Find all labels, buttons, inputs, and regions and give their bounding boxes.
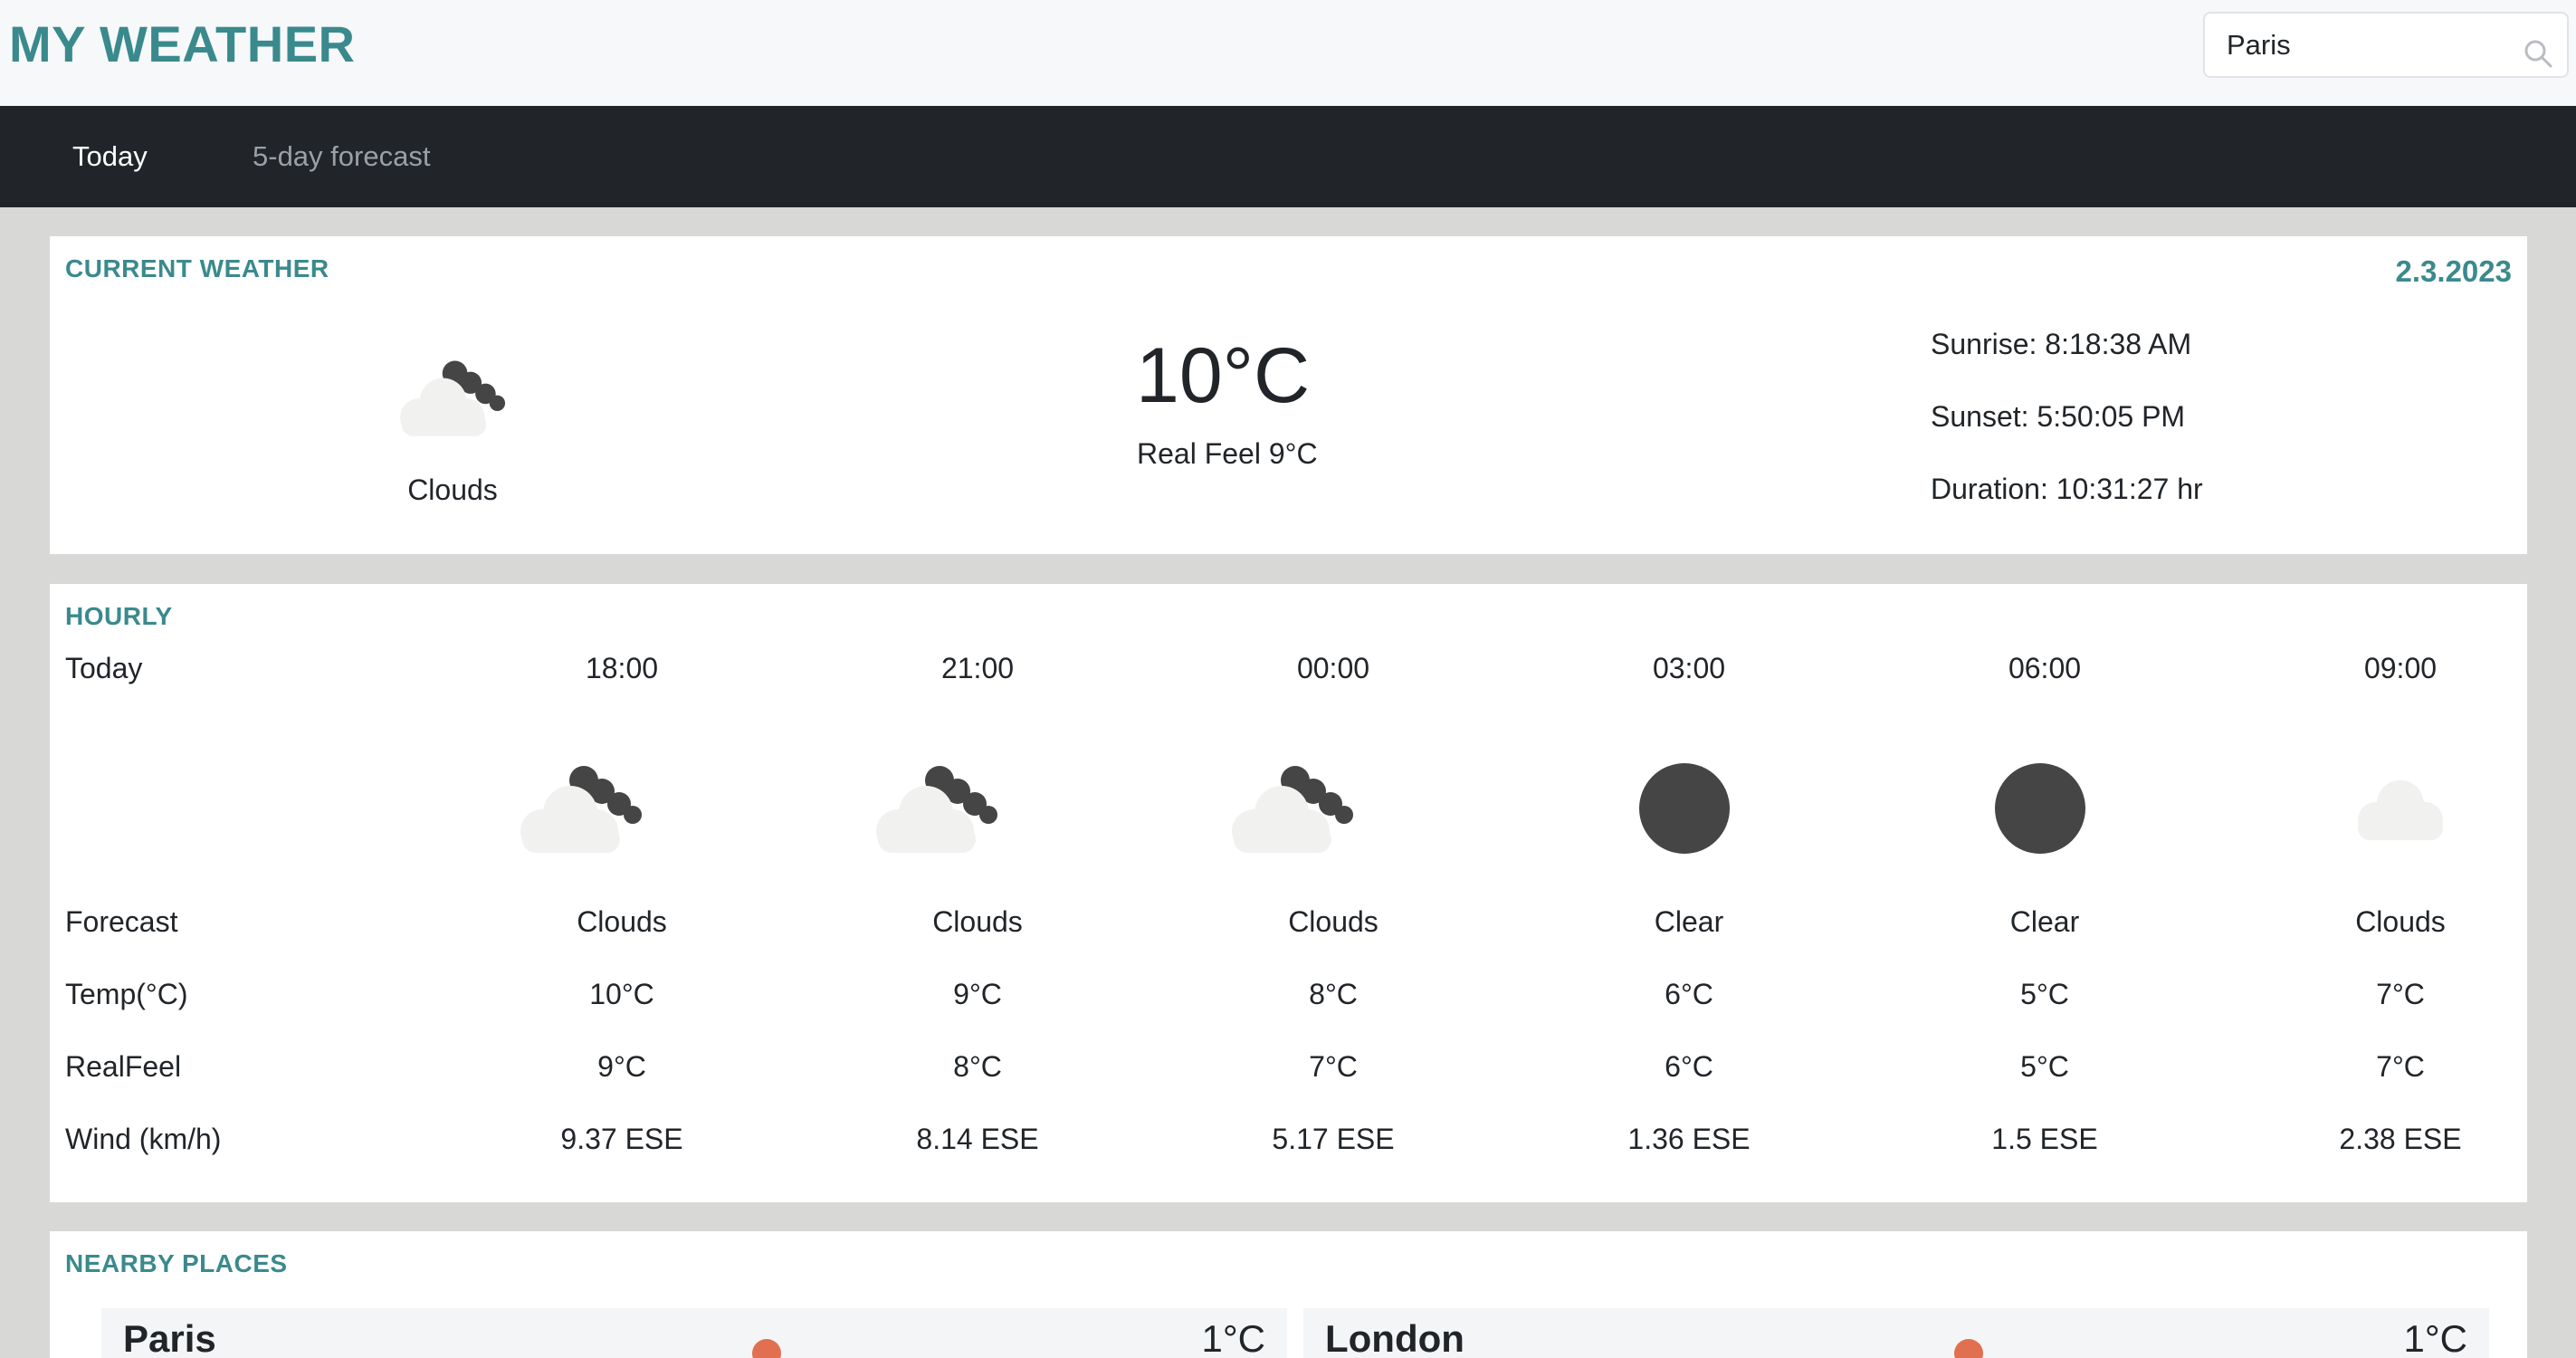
hour-time: 06:00 (2008, 652, 2082, 684)
hour-wind: 1.5 ESE (1991, 1123, 2098, 1155)
hour-realfeel: 5°C (2020, 1050, 2069, 1083)
hour-realfeel: 8°C (953, 1050, 1002, 1083)
hour-realfeel: 7°C (1309, 1050, 1358, 1083)
search-icon[interactable] (2522, 37, 2554, 70)
app-header: MY WEATHER (0, 0, 2576, 106)
temp-label: Temp(°C) (65, 978, 188, 1010)
cloud-moon-icon (869, 756, 1005, 865)
search-input[interactable] (2227, 14, 2516, 76)
day-label: Today (65, 652, 143, 684)
app-title: MY WEATHER (9, 15, 356, 72)
sun-icon (739, 1326, 794, 1358)
current-temperature: 10°C (1136, 332, 1311, 419)
hour-forecast: Clear (1654, 905, 1724, 938)
cloud-icon (2346, 771, 2455, 847)
nearby-place-london[interactable]: London 1°C (1303, 1308, 2489, 1358)
cloud-moon-icon (1225, 756, 1360, 865)
current-condition: Clouds (407, 473, 498, 506)
wind-label: Wind (km/h) (65, 1123, 222, 1155)
hourly-title: HOURLY (65, 602, 173, 630)
hour-forecast: Clouds (932, 905, 1023, 938)
hour-time: 21:00 (940, 652, 1015, 684)
search-box[interactable] (2203, 12, 2569, 78)
hour-forecast: Clouds (1288, 905, 1379, 938)
current-weather-card: CURRENT WEATHER 2.3.2023 Clouds 10°C Rea… (50, 236, 2527, 554)
hour-temp: 8°C (1309, 978, 1358, 1010)
place-name: Paris (123, 1317, 216, 1358)
hour-temp: 7°C (2376, 978, 2425, 1010)
sunset-time: Sunset: 5:50:05 PM (1931, 400, 2186, 433)
cloud-moon-icon (513, 756, 649, 865)
main-nav: Today 5-day forecast (0, 106, 2576, 207)
hour-realfeel: 9°C (597, 1050, 646, 1083)
hour-forecast: Clouds (2355, 905, 2446, 938)
hour-forecast: Clear (2009, 905, 2080, 938)
forecast-label: Forecast (65, 905, 178, 938)
hour-wind: 9.37 ESE (560, 1123, 683, 1155)
hour-temp: 9°C (953, 978, 1002, 1010)
day-duration: Duration: 10:31:27 hr (1931, 473, 2203, 505)
nearby-places-title: NEARBY PLACES (65, 1249, 288, 1277)
hour-temp: 5°C (2020, 978, 2069, 1010)
current-date: 2.3.2023 (2395, 254, 2512, 288)
realfeel-label: RealFeel (65, 1050, 182, 1083)
sunrise-time: Sunrise: 8:18:38 AM (1931, 328, 2192, 360)
nearby-place-paris[interactable]: Paris 1°C (101, 1308, 1287, 1358)
hour-realfeel: 7°C (2376, 1050, 2425, 1083)
hour-wind: 5.17 ESE (1272, 1123, 1395, 1155)
current-real-feel: Real Feel 9°C (1137, 437, 1318, 470)
sun-icon (1942, 1326, 1996, 1358)
tab-5-day-forecast[interactable]: 5-day forecast (253, 106, 430, 207)
nearby-places-card: NEARBY PLACES Paris 1°C London 1°C (50, 1231, 2527, 1358)
cloud-moon-icon (394, 354, 511, 445)
place-temp: 1°C (2403, 1317, 2468, 1358)
hour-forecast: Clouds (577, 905, 667, 938)
hour-time: 03:00 (1652, 652, 1726, 684)
hour-wind: 1.36 ESE (1627, 1123, 1751, 1155)
place-temp: 1°C (1201, 1317, 1266, 1358)
moon-icon (1635, 759, 1734, 858)
hour-temp: 10°C (589, 978, 654, 1010)
tab-today[interactable]: Today (72, 106, 148, 207)
hour-time: 09:00 (2363, 652, 2438, 684)
hour-wind: 8.14 ESE (916, 1123, 1039, 1155)
place-name: London (1325, 1317, 1465, 1358)
moon-icon (1990, 759, 2090, 858)
hour-realfeel: 6°C (1665, 1050, 1713, 1083)
hour-temp: 6°C (1665, 978, 1713, 1010)
hour-wind: 2.38 ESE (2339, 1123, 2462, 1155)
hour-time: 00:00 (1296, 652, 1370, 684)
hourly-card: HOURLY Today Forecast Temp(°C) RealFeel … (50, 584, 2527, 1202)
hour-time: 18:00 (585, 652, 659, 684)
current-weather-title: CURRENT WEATHER (65, 254, 329, 282)
